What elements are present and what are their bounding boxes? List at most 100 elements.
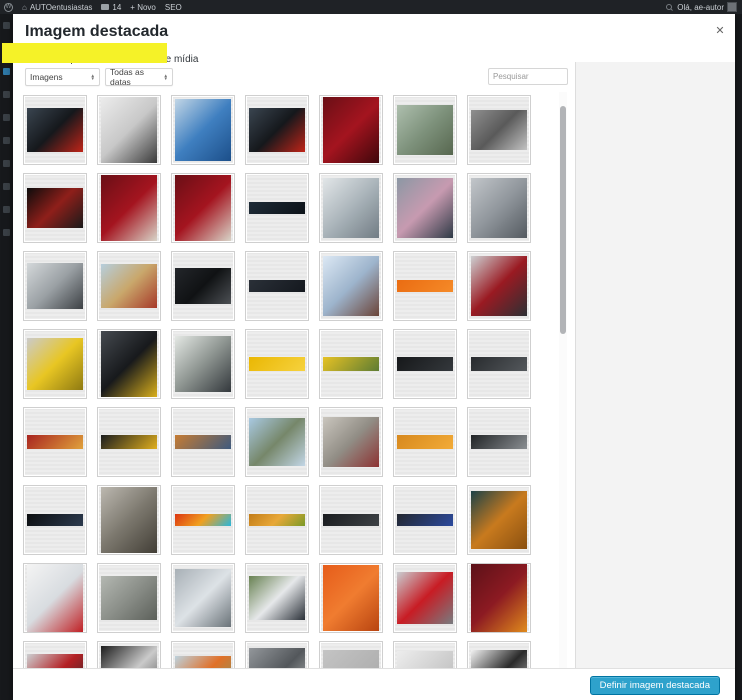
- tools-icon[interactable]: [3, 206, 10, 213]
- media-item[interactable]: [319, 95, 383, 165]
- date-filter[interactable]: Todas as datas ▲▼: [105, 68, 173, 86]
- media-item[interactable]: [245, 641, 309, 668]
- media-item[interactable]: [393, 641, 457, 668]
- media-item[interactable]: [393, 407, 457, 477]
- media-item[interactable]: [97, 485, 161, 555]
- media-item[interactable]: [467, 641, 531, 668]
- wp-logo-menu[interactable]: W: [4, 3, 13, 12]
- plugins-icon[interactable]: [3, 160, 10, 167]
- scrollbar-track[interactable]: [559, 92, 567, 668]
- thumbnail-image: [471, 564, 527, 632]
- media-item[interactable]: [97, 95, 161, 165]
- media-item[interactable]: [245, 407, 309, 477]
- thumbnail-image: [27, 435, 83, 449]
- attachment-details-sidebar: [575, 62, 735, 668]
- media-item[interactable]: [319, 407, 383, 477]
- thumbnail-image: [175, 514, 231, 526]
- pages-icon[interactable]: [3, 91, 10, 98]
- media-item[interactable]: [467, 95, 531, 165]
- media-item[interactable]: [393, 251, 457, 321]
- media-item[interactable]: [171, 173, 235, 243]
- comments-link[interactable]: 14: [101, 3, 121, 12]
- media-item[interactable]: [171, 641, 235, 668]
- media-item[interactable]: [467, 563, 531, 633]
- thumbnail-image: [397, 651, 453, 668]
- media-item[interactable]: [245, 563, 309, 633]
- posts-icon[interactable]: [3, 45, 10, 52]
- media-item[interactable]: [171, 251, 235, 321]
- scrollbar-thumb[interactable]: [560, 106, 566, 334]
- thumbnail-image: [397, 280, 453, 292]
- media-item[interactable]: [171, 329, 235, 399]
- media-item[interactable]: [245, 173, 309, 243]
- media-item[interactable]: [245, 251, 309, 321]
- set-featured-image-button[interactable]: Definir imagem destacada: [590, 676, 720, 695]
- media-icon[interactable]: [3, 68, 10, 75]
- media-item[interactable]: [319, 173, 383, 243]
- thumbnail-image: [471, 650, 527, 668]
- media-item[interactable]: [97, 641, 161, 668]
- media-item[interactable]: [319, 641, 383, 668]
- media-item[interactable]: [23, 407, 87, 477]
- settings-icon[interactable]: [3, 229, 10, 236]
- media-item[interactable]: [97, 251, 161, 321]
- media-item[interactable]: [467, 251, 531, 321]
- media-type-filter[interactable]: Imagens ▲▼: [25, 68, 100, 86]
- tab-media-library[interactable]: Biblioteca de mídia: [114, 54, 199, 65]
- media-item[interactable]: [171, 95, 235, 165]
- media-item[interactable]: [97, 407, 161, 477]
- media-item[interactable]: [467, 407, 531, 477]
- appearance-icon[interactable]: [3, 137, 10, 144]
- thumbnail-image: [323, 565, 379, 631]
- media-item[interactable]: [393, 329, 457, 399]
- tab-upload-files[interactable]: Enviar arquivos: [27, 54, 96, 65]
- thumbnail-image: [249, 108, 305, 152]
- new-content-link[interactable]: + Novo: [130, 3, 156, 12]
- media-item[interactable]: [171, 407, 235, 477]
- thumbnail-image: [397, 357, 453, 371]
- media-item[interactable]: [23, 563, 87, 633]
- media-item[interactable]: [245, 95, 309, 165]
- media-item[interactable]: [23, 641, 87, 668]
- media-item[interactable]: [319, 329, 383, 399]
- media-item[interactable]: [393, 563, 457, 633]
- media-item[interactable]: [467, 329, 531, 399]
- thumbnail-image: [27, 338, 83, 390]
- media-item[interactable]: [319, 251, 383, 321]
- account-menu[interactable]: Olá, ae-autor: [677, 2, 737, 12]
- media-item[interactable]: [23, 95, 87, 165]
- thumbnail-image: [175, 435, 231, 449]
- media-item[interactable]: [171, 563, 235, 633]
- comments-icon[interactable]: [3, 114, 10, 121]
- media-item[interactable]: [393, 95, 457, 165]
- media-item[interactable]: [171, 485, 235, 555]
- site-name-link[interactable]: ⌂ AUTOentusiastas: [22, 3, 92, 12]
- thumbnail-image: [101, 264, 157, 308]
- media-item[interactable]: [467, 485, 531, 555]
- media-item[interactable]: [393, 173, 457, 243]
- thumbnail-image: [27, 188, 83, 228]
- media-item[interactable]: [23, 251, 87, 321]
- thumbnail-image: [397, 572, 453, 624]
- media-item[interactable]: [23, 485, 87, 555]
- thumbnail-image: [397, 435, 453, 449]
- close-icon[interactable]: ✕: [713, 24, 727, 38]
- media-item[interactable]: [97, 173, 161, 243]
- media-item[interactable]: [23, 173, 87, 243]
- search-icon[interactable]: [666, 4, 672, 10]
- media-item[interactable]: [319, 563, 383, 633]
- thumbnail-image: [175, 99, 231, 161]
- media-item[interactable]: [245, 329, 309, 399]
- seo-link[interactable]: SEO: [165, 3, 182, 12]
- media-item[interactable]: [97, 329, 161, 399]
- media-item[interactable]: [23, 329, 87, 399]
- thumbnail-image: [249, 576, 305, 620]
- media-item[interactable]: [97, 563, 161, 633]
- media-item[interactable]: [467, 173, 531, 243]
- search-input[interactable]: [488, 68, 568, 85]
- media-item[interactable]: [319, 485, 383, 555]
- media-item[interactable]: [393, 485, 457, 555]
- media-item[interactable]: [245, 485, 309, 555]
- dashboard-icon[interactable]: [3, 22, 10, 29]
- users-icon[interactable]: [3, 183, 10, 190]
